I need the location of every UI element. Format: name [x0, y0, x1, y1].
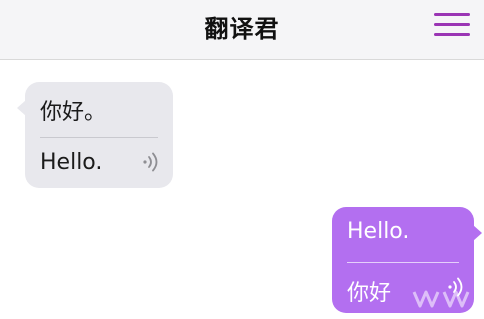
source-text: Hello.	[347, 219, 410, 244]
speaker-sound-icon[interactable]	[141, 150, 161, 174]
bubble-divider	[347, 262, 459, 263]
app-header: 翻译君	[0, 0, 484, 60]
app-title: 翻译君	[204, 15, 280, 43]
translation-text: Hello.	[40, 150, 103, 175]
speaker-sound-icon[interactable]	[446, 275, 466, 299]
message-bubble-incoming[interactable]: 你好。 Hello.	[17, 82, 173, 188]
menu-button[interactable]	[434, 12, 470, 38]
source-text: 你好。	[40, 100, 107, 125]
translation-text: 你好	[347, 281, 392, 306]
bubble-divider	[40, 137, 158, 138]
message-bubble-outgoing[interactable]: Hello. 你好	[332, 207, 482, 313]
